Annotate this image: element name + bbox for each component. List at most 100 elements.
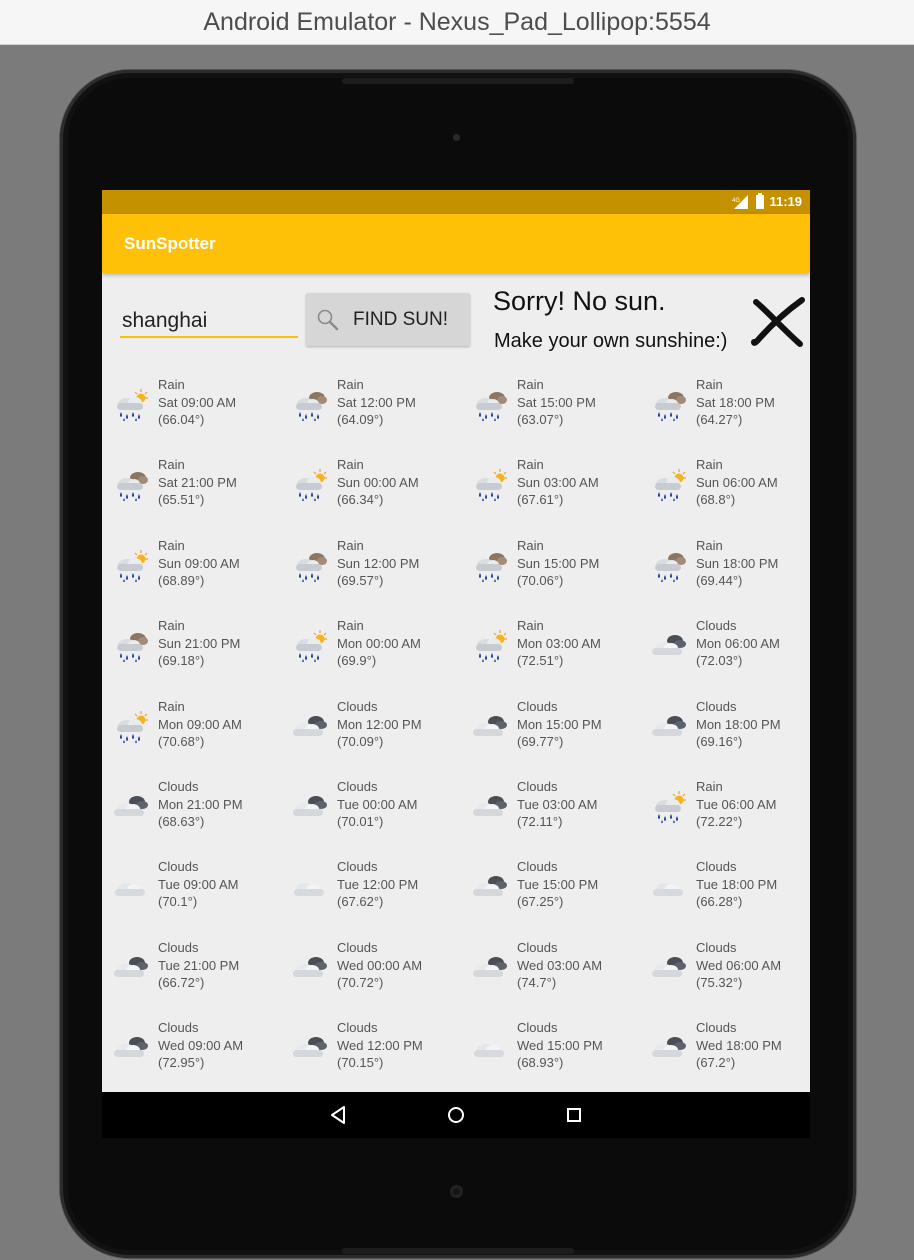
forecast-text: Clouds Mon 12:00 PM (70.09°) [337, 698, 422, 751]
forecast-temperature: (68.89°) [158, 573, 205, 588]
forecast-text: Clouds Mon 21:00 PM (68.63°) [158, 778, 243, 831]
forecast-condition: Clouds [517, 1020, 558, 1035]
forecast-item[interactable]: Rain Mon 00:00 AM (69.9°) [281, 613, 460, 693]
forecast-item[interactable]: Clouds Wed 00:00 AM (70.72°) [281, 935, 460, 1015]
back-icon[interactable] [328, 1104, 350, 1126]
forecast-time: Sat 18:00 PM [696, 394, 775, 410]
forecast-item[interactable]: Rain Sun 09:00 AM (68.89°) [102, 533, 281, 613]
forecast-time: Sat 12:00 PM [337, 394, 416, 410]
forecast-item[interactable]: Clouds Tue 18:00 PM (66.28°) [640, 854, 810, 934]
dark-clouds-icon [652, 635, 686, 655]
forecast-item[interactable]: Rain Mon 09:00 AM (70.68°) [102, 694, 281, 774]
forecast-item[interactable]: Clouds Mon 18:00 PM (69.16°) [640, 694, 810, 774]
rain-cloud-icon [117, 633, 148, 662]
battery-charging-icon [756, 193, 764, 209]
forecast-time: Sun 03:00 AM [517, 474, 599, 490]
forecast-time: Wed 09:00 AM [158, 1037, 244, 1053]
forecast-text: Clouds Tue 15:00 PM (67.25°) [517, 858, 598, 911]
forecast-item[interactable]: Clouds Tue 00:00 AM (70.01°) [281, 774, 460, 854]
forecast-item[interactable]: Clouds Tue 09:00 AM (70.1°) [102, 854, 281, 934]
forecast-condition: Clouds [158, 940, 199, 955]
find-sun-button[interactable]: FIND SUN! [306, 293, 470, 346]
city-search-input[interactable] [120, 306, 298, 338]
forecast-time: Sat 09:00 AM [158, 394, 237, 410]
forecast-item[interactable]: Clouds Wed 15:00 PM (68.93°) [461, 1015, 640, 1095]
forecast-condition: Clouds [696, 940, 737, 955]
forecast-item[interactable]: Rain Sat 18:00 PM (64.27°) [640, 372, 810, 452]
forecast-item[interactable]: Clouds Wed 12:00 PM (70.15°) [281, 1015, 460, 1095]
speaker-grille-top [342, 78, 574, 84]
forecast-item[interactable]: Clouds Wed 06:00 AM (75.32°) [640, 935, 810, 1015]
forecast-text: Clouds Wed 09:00 AM (72.95°) [158, 1019, 243, 1072]
forecast-condition: Clouds [696, 1020, 737, 1035]
forecast-condition: Rain [337, 618, 364, 633]
recents-icon[interactable] [563, 1104, 585, 1126]
forecast-item[interactable]: Clouds Tue 12:00 PM (67.62°) [281, 854, 460, 934]
forecast-condition: Clouds [696, 699, 737, 714]
forecast-temperature: (70.09°) [337, 734, 384, 749]
dark-clouds-icon [293, 957, 327, 977]
rain-sun-icon [296, 630, 327, 662]
forecast-item[interactable]: Clouds Tue 03:00 AM (72.11°) [461, 774, 640, 854]
forecast-time: Tue 00:00 AM [337, 796, 418, 812]
forecast-item[interactable]: Rain Sun 03:00 AM (67.61°) [461, 452, 640, 532]
device-screen: 4G 11:19 SunSpotter FIND SUN! Sorry! No … [102, 190, 810, 1138]
forecast-item[interactable]: Rain Mon 03:00 AM (72.51°) [461, 613, 640, 693]
forecast-item[interactable]: Rain Sat 21:00 PM (65.51°) [102, 452, 281, 532]
forecast-item[interactable]: Rain Sat 09:00 AM (66.04°) [102, 372, 281, 452]
forecast-item[interactable]: Rain Sun 12:00 PM (69.57°) [281, 533, 460, 613]
forecast-condition: Clouds [158, 779, 199, 794]
forecast-time: Sun 12:00 PM [337, 555, 420, 571]
forecast-time: Mon 21:00 PM [158, 796, 243, 812]
forecast-time: Tue 12:00 PM [337, 876, 419, 892]
forecast-item[interactable]: Rain Sun 15:00 PM (70.06°) [461, 533, 640, 613]
forecast-item[interactable]: Rain Sun 00:00 AM (66.34°) [281, 452, 460, 532]
forecast-text: Rain Sun 09:00 AM (68.89°) [158, 537, 240, 590]
forecast-item[interactable]: Rain Sat 12:00 PM (64.09°) [281, 372, 460, 452]
forecast-item[interactable]: Rain Sun 06:00 AM (68.8°) [640, 452, 810, 532]
forecast-item[interactable]: Clouds Wed 18:00 PM (67.2°) [640, 1015, 810, 1095]
forecast-text: Clouds Mon 06:00 AM (72.03°) [696, 617, 780, 670]
forecast-condition: Clouds [337, 1020, 378, 1035]
forecast-item[interactable]: Clouds Wed 09:00 AM (72.95°) [102, 1015, 281, 1095]
forecast-condition: Rain [337, 538, 364, 553]
rain-sun-icon [476, 469, 507, 501]
dark-clouds-icon [473, 957, 507, 977]
forecast-item[interactable]: Clouds Mon 21:00 PM (68.63°) [102, 774, 281, 854]
forecast-item[interactable]: Clouds Tue 21:00 PM (66.72°) [102, 935, 281, 1015]
forecast-time: Wed 18:00 PM [696, 1037, 782, 1053]
forecast-time: Mon 03:00 AM [517, 635, 601, 651]
forecast-condition: Rain [696, 538, 723, 553]
forecast-item[interactable]: Rain Sun 21:00 PM (69.18°) [102, 613, 281, 693]
forecast-text: Rain Sun 21:00 PM (69.18°) [158, 617, 240, 670]
forecast-item[interactable]: Clouds Mon 12:00 PM (70.09°) [281, 694, 460, 774]
dark-clouds-icon [473, 716, 507, 736]
front-camera [453, 134, 460, 141]
forecast-item[interactable]: Clouds Wed 03:00 AM (74.7°) [461, 935, 640, 1015]
forecast-text: Rain Sat 09:00 AM (66.04°) [158, 376, 236, 429]
app-bar: SunSpotter [102, 214, 810, 273]
forecast-condition: Clouds [158, 859, 199, 874]
forecast-time: Mon 09:00 AM [158, 716, 242, 732]
forecast-condition: Rain [158, 699, 185, 714]
forecast-time: Sun 06:00 AM [696, 474, 778, 490]
forecast-temperature: (72.95°) [158, 1055, 205, 1070]
forecast-item[interactable]: Rain Sat 15:00 PM (63.07°) [461, 372, 640, 452]
forecast-time: Mon 12:00 PM [337, 716, 422, 732]
forecast-temperature: (70.72°) [337, 975, 384, 990]
speaker-grille-bottom [342, 1248, 574, 1254]
forecast-text: Rain Sat 21:00 PM (65.51°) [158, 456, 237, 509]
forecast-condition: Rain [517, 377, 544, 392]
forecast-time: Sat 21:00 PM [158, 474, 237, 490]
forecast-item[interactable]: Clouds Tue 15:00 PM (67.25°) [461, 854, 640, 934]
forecast-time: Wed 06:00 AM [696, 957, 782, 973]
forecast-item[interactable]: Clouds Mon 15:00 PM (69.77°) [461, 694, 640, 774]
forecast-item[interactable]: Rain Tue 06:00 AM (72.22°) [640, 774, 810, 854]
forecast-condition: Rain [696, 377, 723, 392]
forecast-text: Rain Sun 06:00 AM (68.8°) [696, 456, 778, 509]
forecast-temperature: (64.09°) [337, 412, 384, 427]
forecast-item[interactable]: Clouds Mon 06:00 AM (72.03°) [640, 613, 810, 693]
forecast-item[interactable]: Rain Sun 18:00 PM (69.44°) [640, 533, 810, 613]
home-icon[interactable] [445, 1104, 467, 1126]
forecast-condition: Clouds [517, 859, 558, 874]
